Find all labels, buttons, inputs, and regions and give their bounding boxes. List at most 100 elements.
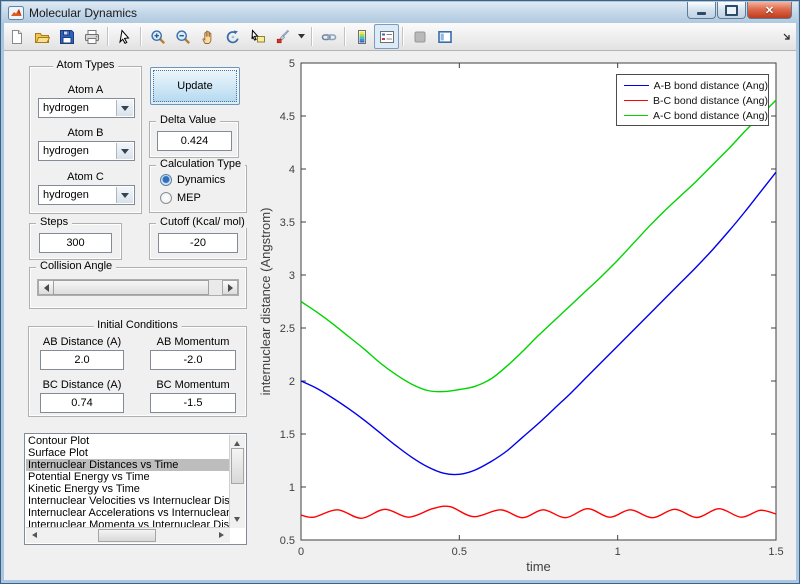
steps-input[interactable] xyxy=(39,233,112,253)
y-tick-label: 3.5 xyxy=(280,217,295,229)
show-plot-tools-icon xyxy=(437,30,452,43)
listbox-vscrollbar[interactable] xyxy=(229,435,245,528)
list-item[interactable]: Potential Energy vs Time xyxy=(26,471,230,483)
overflow-arrow-icon xyxy=(783,33,790,40)
atom-types-panel: Atom Types Atom A hydrogen Atom B hydrog… xyxy=(29,59,142,214)
dynamics-radio-row[interactable]: Dynamics xyxy=(160,174,225,186)
zoom-in-button[interactable] xyxy=(145,24,170,49)
mep-radio-row[interactable]: MEP xyxy=(160,192,201,204)
pan-button[interactable] xyxy=(195,24,220,49)
atom-b-select[interactable]: hydrogen xyxy=(38,141,135,161)
new-figure-button[interactable] xyxy=(4,24,29,49)
print-icon xyxy=(84,29,99,44)
save-button[interactable] xyxy=(54,24,79,49)
print-button[interactable] xyxy=(79,24,104,49)
left-arrow-icon xyxy=(40,283,49,292)
rotate-3d-button[interactable] xyxy=(220,24,245,49)
toolbar-separator xyxy=(402,27,404,46)
mep-radio[interactable] xyxy=(160,192,172,204)
y-tick-label: 3 xyxy=(289,270,295,282)
list-item[interactable]: Kinetic Energy vs Time xyxy=(26,483,230,495)
insert-colorbar-button[interactable] xyxy=(349,24,374,49)
data-cursor-button[interactable] xyxy=(245,24,270,49)
list-item[interactable]: Surface Plot xyxy=(26,447,230,459)
steps-panel: Steps xyxy=(29,216,122,260)
vscroll-thumb[interactable] xyxy=(231,448,244,484)
brush-data-button[interactable] xyxy=(270,24,295,49)
close-button[interactable]: ✕ xyxy=(747,2,792,19)
hide-plot-tools-button[interactable] xyxy=(407,24,432,49)
rotate-3d-icon xyxy=(226,30,239,43)
delta-value-panel: Delta Value xyxy=(149,114,239,158)
link-plot-button[interactable] xyxy=(316,24,341,49)
bc-distance-label: BC Distance (A) xyxy=(42,379,122,391)
zoom-out-button[interactable] xyxy=(170,24,195,49)
slider-thumb[interactable] xyxy=(53,280,209,295)
plot-type-listbox[interactable]: Contour Plot Surface Plot Internuclear Dis… xyxy=(24,433,247,545)
x-tick-label: 0.5 xyxy=(452,546,467,558)
y-tick-label: 2 xyxy=(289,376,295,388)
pan-hand-icon xyxy=(202,30,211,44)
list-item[interactable]: Internuclear Distances vs Time xyxy=(26,459,230,471)
insert-legend-button[interactable] xyxy=(374,24,399,49)
panel-title: Cutoff (Kcal/ mol) xyxy=(156,216,249,228)
toolbar-separator xyxy=(140,27,142,46)
legend-line-swatch xyxy=(624,115,649,116)
bc-momentum-input[interactable] xyxy=(150,393,236,413)
figure-toolbar xyxy=(4,23,796,51)
maximize-button[interactable] xyxy=(717,2,746,19)
open-file-button[interactable] xyxy=(29,24,54,49)
list-item[interactable]: Contour Plot xyxy=(26,435,230,447)
bc-distance-input[interactable] xyxy=(40,393,124,413)
toolbar-separator xyxy=(311,27,313,46)
slider-left-arrow[interactable] xyxy=(38,280,54,295)
update-button[interactable]: Update xyxy=(150,67,240,105)
pointer-icon xyxy=(118,28,130,44)
brush-icon xyxy=(276,29,289,43)
ab-distance-label: AB Distance (A) xyxy=(42,336,122,348)
hscroll-thumb[interactable] xyxy=(98,529,156,542)
open-folder-icon xyxy=(34,32,50,43)
panel-title: Delta Value xyxy=(156,114,221,126)
ab-momentum-label: AB Momentum xyxy=(156,336,230,348)
toolbar-separator xyxy=(344,27,346,46)
ab-momentum-input[interactable] xyxy=(150,350,236,370)
delta-value-input[interactable] xyxy=(157,131,232,151)
show-plot-tools-button[interactable] xyxy=(432,24,457,49)
zoom-in-icon xyxy=(150,29,165,44)
atom-a-label: Atom A xyxy=(67,84,104,96)
cutoff-input[interactable] xyxy=(158,233,238,253)
y-tick-label: 5 xyxy=(289,58,295,70)
matlab-figure-icon xyxy=(8,5,24,21)
maximize-icon xyxy=(725,4,738,16)
toolbar-overflow-button[interactable] xyxy=(780,24,793,49)
list-item[interactable]: Internuclear Velocities vs Internuclear … xyxy=(26,495,230,507)
atom-a-select[interactable]: hydrogen xyxy=(38,98,135,118)
slider-right-arrow[interactable] xyxy=(222,280,238,295)
brush-dropdown-button[interactable] xyxy=(295,24,308,49)
minimize-button[interactable] xyxy=(687,2,716,19)
panel-title: Initial Conditions xyxy=(93,319,182,331)
dropdown-arrow-icon[interactable] xyxy=(116,100,133,116)
titlebar[interactable]: Molecular Dynamics ✕ xyxy=(2,2,798,23)
x-tick-label: 1 xyxy=(615,546,621,558)
y-tick-label: 0.5 xyxy=(280,535,295,547)
x-tick-label: 1.5 xyxy=(768,546,783,558)
dropdown-arrow-icon[interactable] xyxy=(116,143,133,159)
collision-angle-panel: Collision Angle xyxy=(29,260,247,309)
y-tick-label: 4 xyxy=(289,164,295,176)
collision-angle-slider[interactable] xyxy=(37,279,239,296)
save-icon xyxy=(59,29,74,44)
plot-legend[interactable]: A-B bond distance (Ang) B-C bond distance… xyxy=(616,74,769,126)
panel-title: Atom Types xyxy=(52,59,119,71)
y-tick-label: 1.5 xyxy=(280,429,295,441)
dynamics-radio[interactable] xyxy=(160,174,172,186)
edit-plot-button[interactable] xyxy=(112,24,137,49)
list-item[interactable]: Internuclear Accelerations vs Internucle… xyxy=(26,507,230,519)
dropdown-arrow-icon[interactable] xyxy=(116,187,133,203)
scroll-left-icon xyxy=(29,532,37,538)
atom-c-select[interactable]: hydrogen xyxy=(38,185,135,205)
legend-icon xyxy=(379,30,394,43)
ab-distance-input[interactable] xyxy=(40,350,124,370)
listbox-hscrollbar[interactable] xyxy=(26,527,230,543)
